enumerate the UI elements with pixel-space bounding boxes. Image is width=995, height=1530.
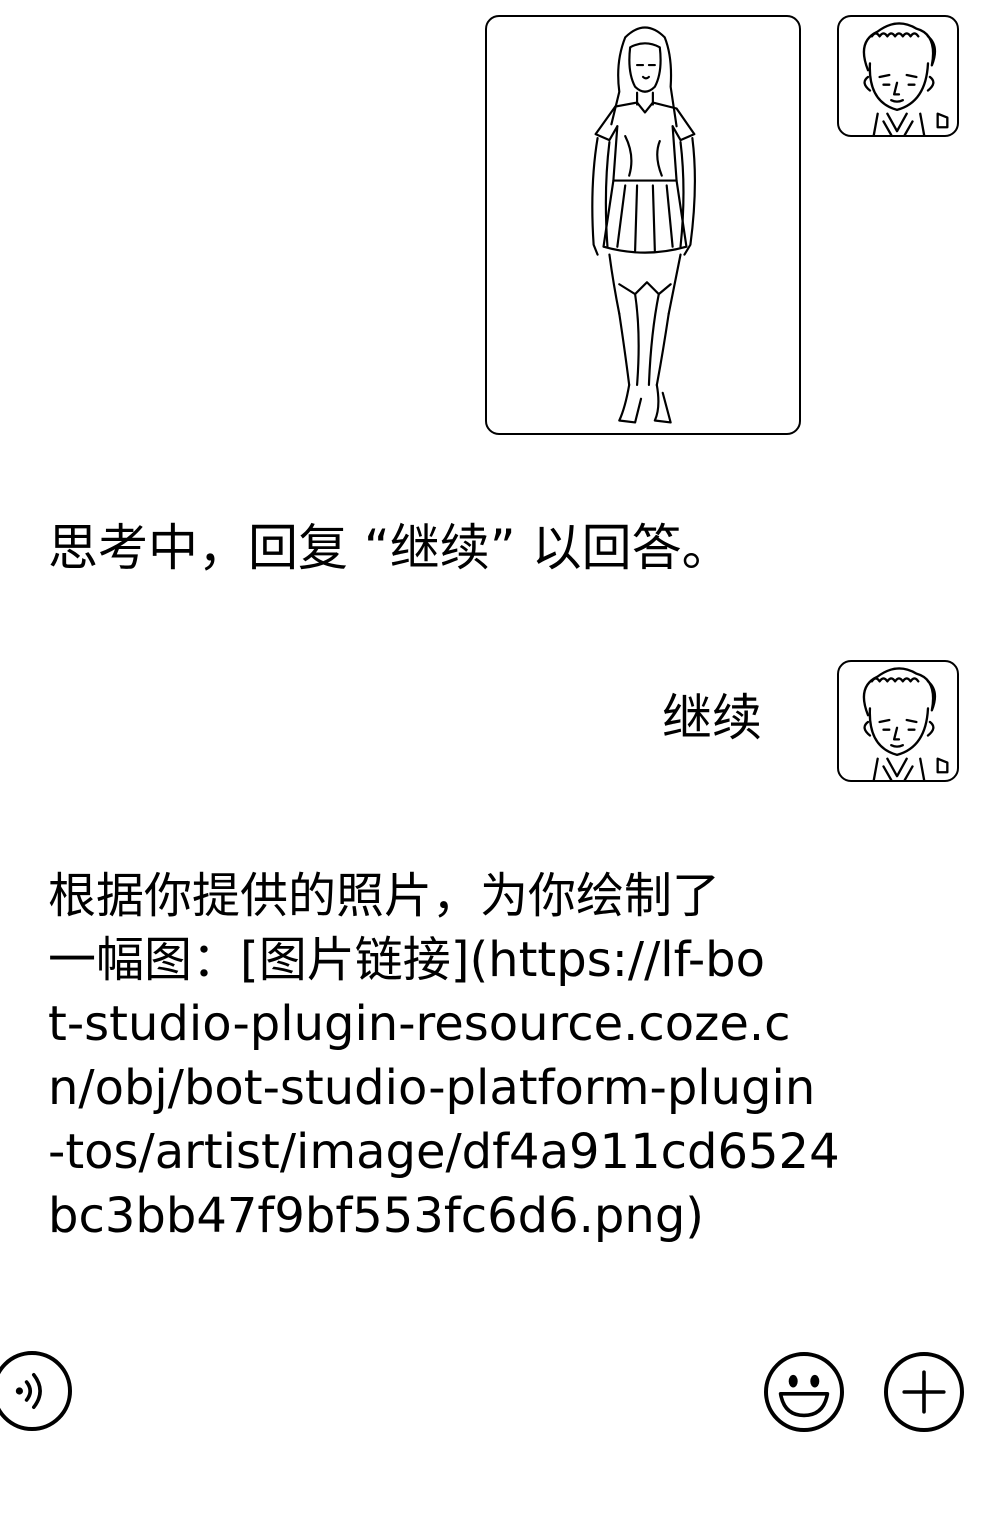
message-line: t-studio-plugin-resource.coze.c [48,996,791,1052]
user-avatar[interactable] [837,15,959,137]
message-line: n/obj/bot-studio-platform-plugin [48,1060,816,1116]
message-line: bc3bb47f9bf553fc6d6.png) [48,1188,705,1244]
plus-icon [902,1370,946,1414]
cartoon-man-avatar-icon [862,22,949,135]
cartoon-man-avatar-icon [862,667,949,780]
bot-message-thinking: 思考中，回复 “继续” 以回答。 [48,519,732,577]
emoji-icon [778,1374,830,1418]
emoji-button[interactable] [764,1352,844,1432]
user-message-continue: 继续 [662,689,762,747]
woman-photo-image [591,26,696,424]
voice-input-button[interactable] [0,1351,72,1431]
message-line: 根据你提供的照片，为你绘制了 [48,868,721,924]
voice-icon [15,1373,42,1409]
user-avatar[interactable] [837,660,959,782]
message-line: 一幅图：[图片链接](https://lf-bo [48,932,766,988]
message-line: -tos/artist/image/df4a911cd6524 [48,1124,840,1180]
sent-photo-message[interactable] [485,15,801,435]
bot-message-image-link[interactable]: 根据你提供的照片，为你绘制了 一幅图：[图片链接](https://lf-bo … [48,864,840,1248]
more-actions-button[interactable] [884,1352,964,1432]
